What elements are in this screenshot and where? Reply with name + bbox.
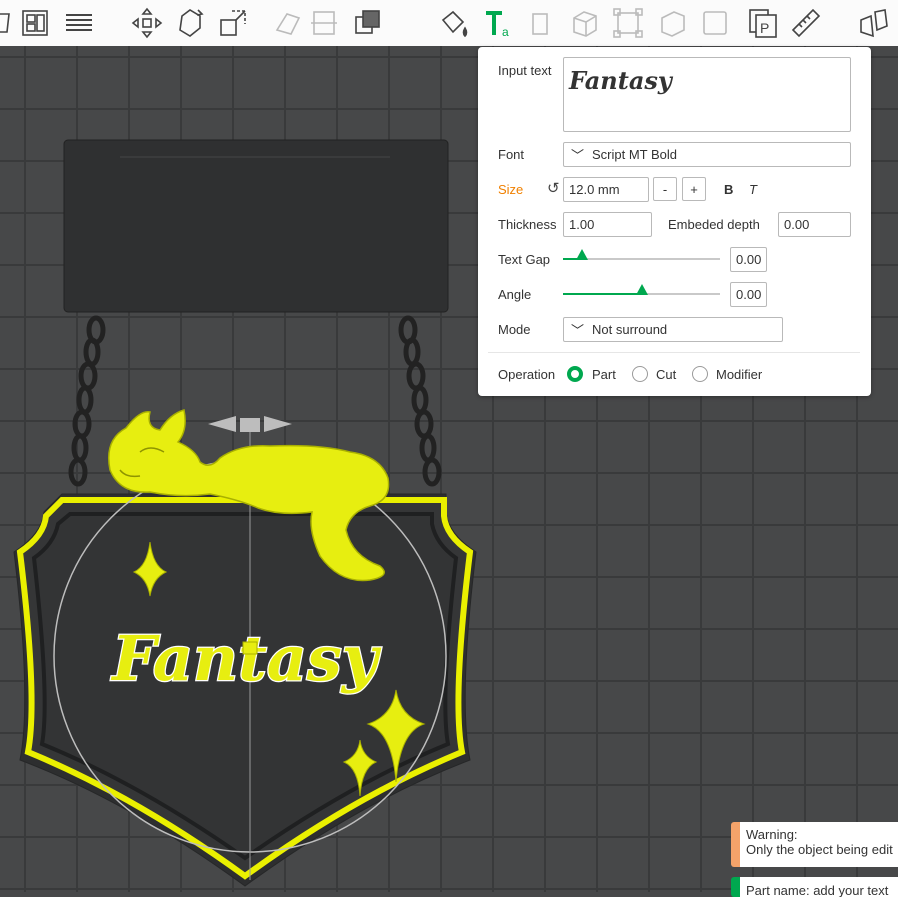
seam-icon <box>697 5 733 41</box>
lay-on-face-icon <box>270 5 306 41</box>
chevron-down-icon: ﹀ <box>571 148 585 163</box>
mode-select[interactable]: ﹀ Not surround <box>563 317 783 342</box>
bold-button[interactable]: B <box>724 182 733 197</box>
scale-icon[interactable] <box>215 5 251 41</box>
svg-text:a: a <box>502 25 509 39</box>
rotate-icon[interactable] <box>172 5 208 41</box>
support-paint-icon <box>523 5 559 41</box>
top-toolbar: a P <box>0 0 898 47</box>
size-decrease-button[interactable]: - <box>653 177 677 201</box>
size-increase-button[interactable]: + <box>682 177 706 201</box>
size-input[interactable]: 12.0 mm <box>563 177 649 202</box>
thickness-label: Thickness <box>498 217 557 232</box>
mode-label: Mode <box>498 322 531 337</box>
radio-modifier-label: Modifier <box>716 367 763 382</box>
part-name-text: Part name: add your text <box>746 883 889 897</box>
radio-part[interactable] <box>567 366 583 382</box>
cut-icon <box>306 5 342 41</box>
operation-label: Operation <box>498 367 556 382</box>
mode-value: Not surround <box>592 322 668 337</box>
layers-icon[interactable] <box>61 5 97 41</box>
svg-text:P: P <box>760 20 769 36</box>
angle-label: Angle <box>498 287 532 302</box>
radio-cut-label: Cut <box>656 367 677 382</box>
input-text-label: Input text <box>498 63 552 78</box>
split-parts-icon[interactable] <box>856 5 892 41</box>
warning-notification: Warning: Only the object being edit <box>731 822 898 867</box>
measure-icon[interactable] <box>788 5 824 41</box>
font-value: Script MT Bold <box>592 147 678 162</box>
angle-thumb[interactable] <box>635 284 648 295</box>
boolean-icon[interactable] <box>350 5 386 41</box>
angle-slider[interactable] <box>563 284 720 295</box>
part-name-notification: Part name: add your text <box>731 877 898 897</box>
font-select[interactable]: ﹀ Script MT Bold <box>563 142 851 167</box>
embed-depth-label: Embeded depth <box>668 217 760 232</box>
warning-title: Warning: <box>746 827 798 842</box>
text-handle <box>242 641 258 655</box>
thickness-input[interactable]: 1.00 <box>563 212 652 237</box>
font-label: Font <box>498 147 525 162</box>
move-icon[interactable] <box>129 5 165 41</box>
radio-part-label: Part <box>592 367 616 382</box>
variable-layer-icon[interactable]: P <box>745 5 781 41</box>
text-gap-input[interactable]: 0.00 <box>730 247 767 272</box>
text-gap-thumb[interactable] <box>575 249 588 260</box>
assembly-icon <box>655 5 691 41</box>
arrange-icon[interactable] <box>17 5 53 41</box>
angle-input[interactable]: 0.00 <box>730 282 767 307</box>
radio-cut[interactable] <box>632 366 648 382</box>
divider <box>488 352 860 353</box>
top-plate <box>63 139 449 313</box>
reset-icon[interactable]: ↺ <box>547 179 560 197</box>
angle-fill <box>563 293 642 295</box>
input-text-field[interactable]: Fantasy <box>563 57 851 132</box>
brim-icon <box>610 5 646 41</box>
text-tool-panel: Input text Fantasy Font ﹀ Script MT Bold… <box>478 47 871 396</box>
right-chain <box>398 315 442 487</box>
text-gap-label: Text Gap <box>498 252 551 267</box>
size-label: Size <box>498 182 524 197</box>
radio-modifier[interactable] <box>692 366 708 382</box>
italic-button[interactable]: T <box>749 182 757 197</box>
embed-depth-input[interactable]: 0.00 <box>778 212 851 237</box>
text-gap-slider[interactable] <box>563 249 720 260</box>
warning-text: Only the object being edit <box>746 842 893 857</box>
box-icon <box>567 5 603 41</box>
left-chain <box>68 315 106 487</box>
text-tool-icon[interactable]: a <box>480 5 516 41</box>
sign-text: Fantasy <box>110 622 382 695</box>
chevron-down-icon: ﹀ <box>571 323 585 338</box>
paint-icon[interactable] <box>436 5 472 41</box>
